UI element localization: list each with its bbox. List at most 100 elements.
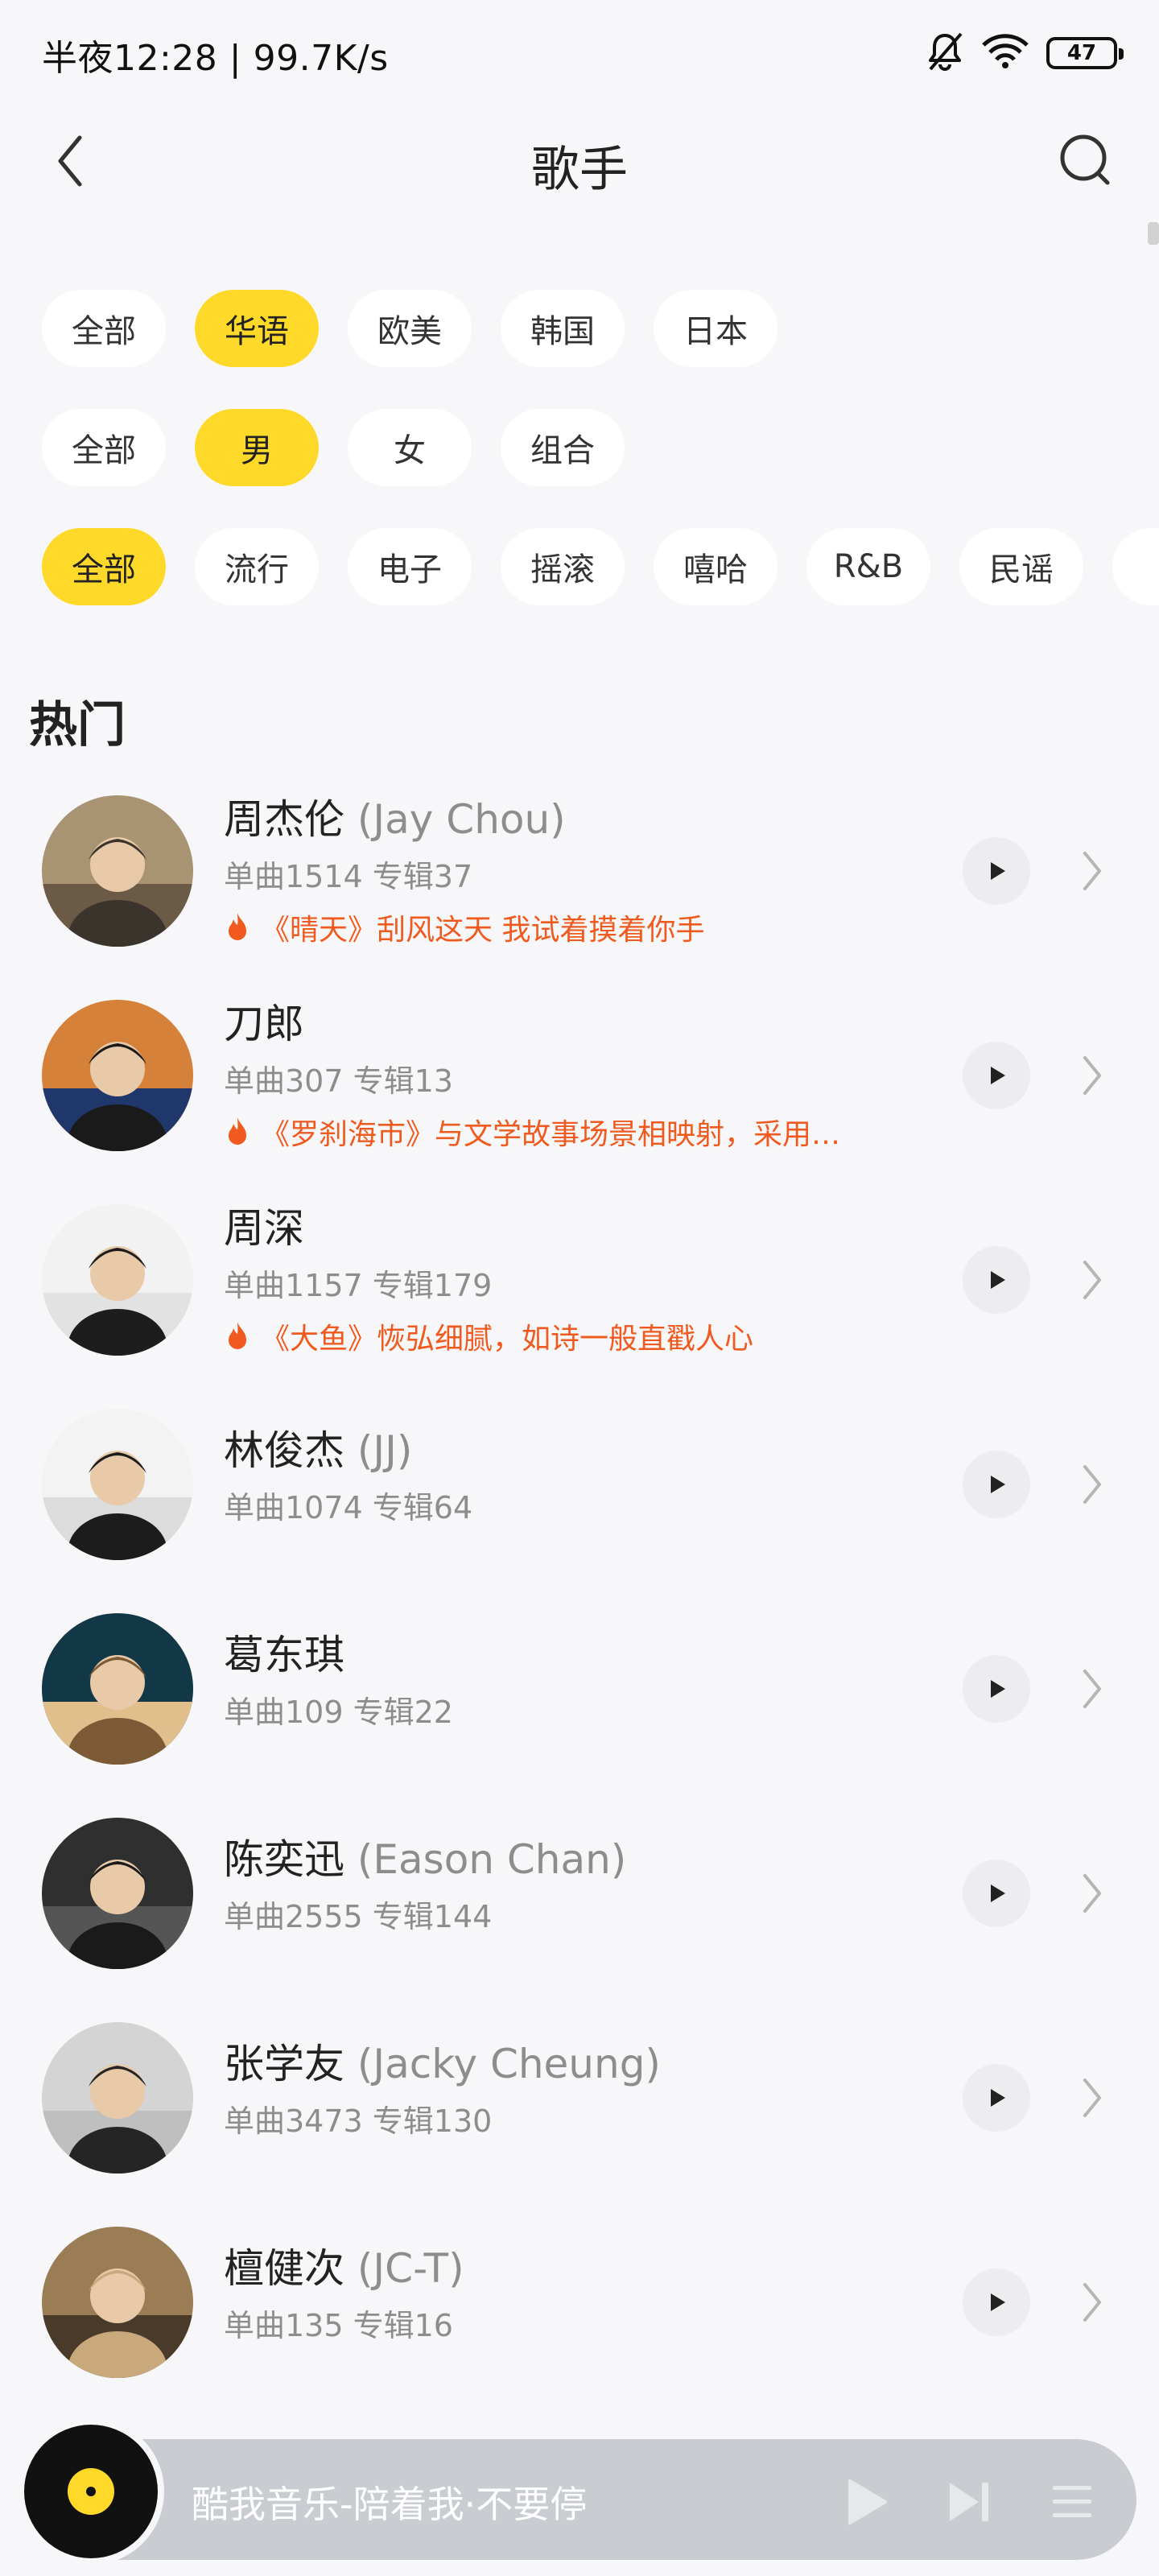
gender-chip[interactable]: 男 — [195, 409, 319, 486]
top-nav: 歌手 — [0, 105, 1159, 217]
play-icon — [991, 1067, 1005, 1084]
artist-name: 张学友 — [224, 2041, 344, 2087]
artist-name-line: 刀郎 — [224, 992, 304, 1050]
artist-english-name: (Jay Chou) — [357, 796, 566, 843]
wifi-icon — [982, 34, 1029, 72]
genre-chip[interactable]: 爵 — [1112, 528, 1159, 605]
artist-stats: 单曲307 专辑13 — [224, 1063, 453, 1099]
artist-english-name: (JJ) — [357, 1427, 413, 1474]
player-playlist-button[interactable] — [1040, 2470, 1104, 2534]
play-artist-button[interactable] — [963, 2268, 1030, 2336]
play-artist-button[interactable] — [963, 1246, 1030, 1314]
artist-name: 周深 — [224, 1205, 304, 1252]
region-chip[interactable]: 全部 — [42, 290, 166, 367]
artist-avatar[interactable] — [42, 1818, 193, 1969]
play-artist-button[interactable] — [963, 1451, 1030, 1518]
chevron-right-icon — [1083, 852, 1101, 890]
player-play-button[interactable] — [834, 2470, 898, 2534]
artist-stats: 单曲1157 专辑179 — [224, 1268, 493, 1303]
artist-name-line: 周深 — [224, 1196, 304, 1254]
artist-name: 陈奕迅 — [224, 1836, 344, 1883]
hot-song-line[interactable]: 《晴天》刮风这天 我试着摸着你手 — [224, 906, 892, 948]
artist-name-line: 张学友 (Jacky Cheung) — [224, 2032, 661, 2090]
artist-detail-button[interactable] — [1075, 1051, 1107, 1100]
genre-chip[interactable]: 流行 — [195, 528, 319, 605]
artist-detail-button[interactable] — [1075, 1460, 1107, 1509]
artist-stats: 单曲3473 专辑130 — [224, 2103, 493, 2139]
artist-avatar[interactable] — [42, 795, 193, 947]
genre-chip[interactable]: 嘻哈 — [654, 528, 777, 605]
gender-chip[interactable]: 女 — [348, 409, 472, 486]
chevron-right-icon — [1083, 2079, 1101, 2117]
play-artist-button[interactable] — [963, 1655, 1030, 1723]
artist-row[interactable]: 林俊杰 (JJ) 单曲1074 专辑64 — [0, 1385, 1159, 1578]
play-artist-button[interactable] — [963, 837, 1030, 905]
artist-name: 檀健次 — [224, 2245, 344, 2292]
artist-english-name: (Eason Chan) — [357, 1836, 627, 1883]
hot-song-text: 《罗刹海市》与文学故事场景相映射，采用… — [261, 1118, 841, 1151]
genre-chip[interactable]: 摇滚 — [501, 528, 625, 605]
genre-chip[interactable]: 全部 — [42, 528, 166, 605]
artist-avatar[interactable] — [42, 1613, 193, 1765]
gender-chip[interactable]: 组合 — [501, 409, 625, 486]
chevron-right-icon — [1083, 1261, 1101, 1299]
artist-row[interactable]: 张学友 (Jacky Cheung) 单曲3473 专辑130 — [0, 1998, 1159, 2191]
artist-avatar[interactable] — [42, 1000, 193, 1151]
artist-row[interactable]: 檀健次 (JC-T) 单曲135 专辑16 — [0, 2202, 1159, 2396]
artist-avatar[interactable] — [42, 2022, 193, 2174]
gender-filter-row: 全部男女组合 — [42, 409, 625, 486]
artist-name: 刀郎 — [224, 1001, 304, 1047]
artist-avatar[interactable] — [42, 2227, 193, 2378]
artist-name-line: 周杰伦 (Jay Chou) — [224, 787, 566, 845]
genre-chip[interactable]: R&B — [806, 528, 930, 605]
artist-avatar[interactable] — [42, 1409, 193, 1560]
status-icons: 47 — [926, 31, 1124, 76]
artist-name: 周杰伦 — [224, 796, 344, 843]
play-artist-button[interactable] — [963, 1042, 1030, 1109]
artist-name-line: 林俊杰 (JJ) — [224, 1418, 412, 1476]
play-icon — [991, 2293, 1005, 2311]
disc-label — [68, 2468, 114, 2515]
chevron-right-icon — [1083, 1670, 1101, 1708]
artist-avatar[interactable] — [42, 1204, 193, 1356]
play-icon — [991, 1271, 1005, 1289]
artist-stats: 单曲135 专辑16 — [224, 2308, 453, 2343]
play-artist-button[interactable] — [963, 2064, 1030, 2132]
artist-row[interactable]: 陈奕迅 (Eason Chan) 单曲2555 专辑144 — [0, 1794, 1159, 1987]
artist-stats: 单曲1074 专辑64 — [224, 1490, 473, 1525]
genre-chip[interactable]: 电子 — [348, 528, 472, 605]
region-filter-row: 全部 华语 欧美 韩国 日本 — [42, 290, 777, 367]
play-icon — [991, 1885, 1005, 1902]
album-disc[interactable] — [24, 2425, 158, 2558]
artist-detail-button[interactable] — [1075, 847, 1107, 895]
artist-detail-button[interactable] — [1075, 1869, 1107, 1918]
battery-indicator: 47 — [1046, 37, 1124, 69]
flame-icon — [229, 1322, 246, 1349]
artist-detail-button[interactable] — [1075, 1665, 1107, 1713]
artist-detail-button[interactable] — [1075, 1256, 1107, 1304]
artist-detail-button[interactable] — [1075, 2074, 1107, 2122]
artist-row[interactable]: 周深单曲1157 专辑179 《大鱼》恢弘细腻，如诗一般直戳人心 — [0, 1180, 1159, 1373]
flame-icon — [229, 913, 246, 940]
artist-row[interactable]: 葛东琪 单曲109 专辑22 — [0, 1589, 1159, 1782]
gender-chip[interactable]: 全部 — [42, 409, 166, 486]
region-chip[interactable]: 韩国 — [501, 290, 625, 367]
play-artist-button[interactable] — [963, 1860, 1030, 1927]
artist-row[interactable]: 刀郎单曲307 专辑13 《罗刹海市》与文学故事场景相映射，采用… — [0, 976, 1159, 1169]
artist-detail-button[interactable] — [1075, 2278, 1107, 2326]
chevron-right-icon — [1083, 1465, 1101, 1504]
now-playing-text: 酷我音乐-陪着我·不要停 — [192, 2483, 588, 2526]
hot-song-text: 《晴天》刮风这天 我试着摸着你手 — [261, 914, 705, 947]
player-next-button[interactable] — [937, 2470, 1001, 2534]
search-button[interactable] — [1053, 127, 1117, 192]
artist-row[interactable]: 周杰伦 (Jay Chou) 单曲1514 专辑37 《晴天》刮风这天 我试着摸着你… — [0, 771, 1159, 964]
region-chip[interactable]: 日本 — [654, 290, 777, 367]
genre-chip[interactable]: 民谣 — [959, 528, 1083, 605]
hot-song-line[interactable]: 《大鱼》恢弘细腻，如诗一般直戳人心 — [224, 1315, 892, 1357]
region-chip[interactable]: 欧美 — [348, 290, 472, 367]
region-chip[interactable]: 华语 — [195, 290, 319, 367]
chevron-right-icon — [1083, 2283, 1101, 2322]
hot-song-line[interactable]: 《罗刹海市》与文学故事场景相映射，采用… — [224, 1111, 892, 1153]
play-icon — [848, 2479, 887, 2524]
next-track-icon — [950, 2483, 988, 2521]
